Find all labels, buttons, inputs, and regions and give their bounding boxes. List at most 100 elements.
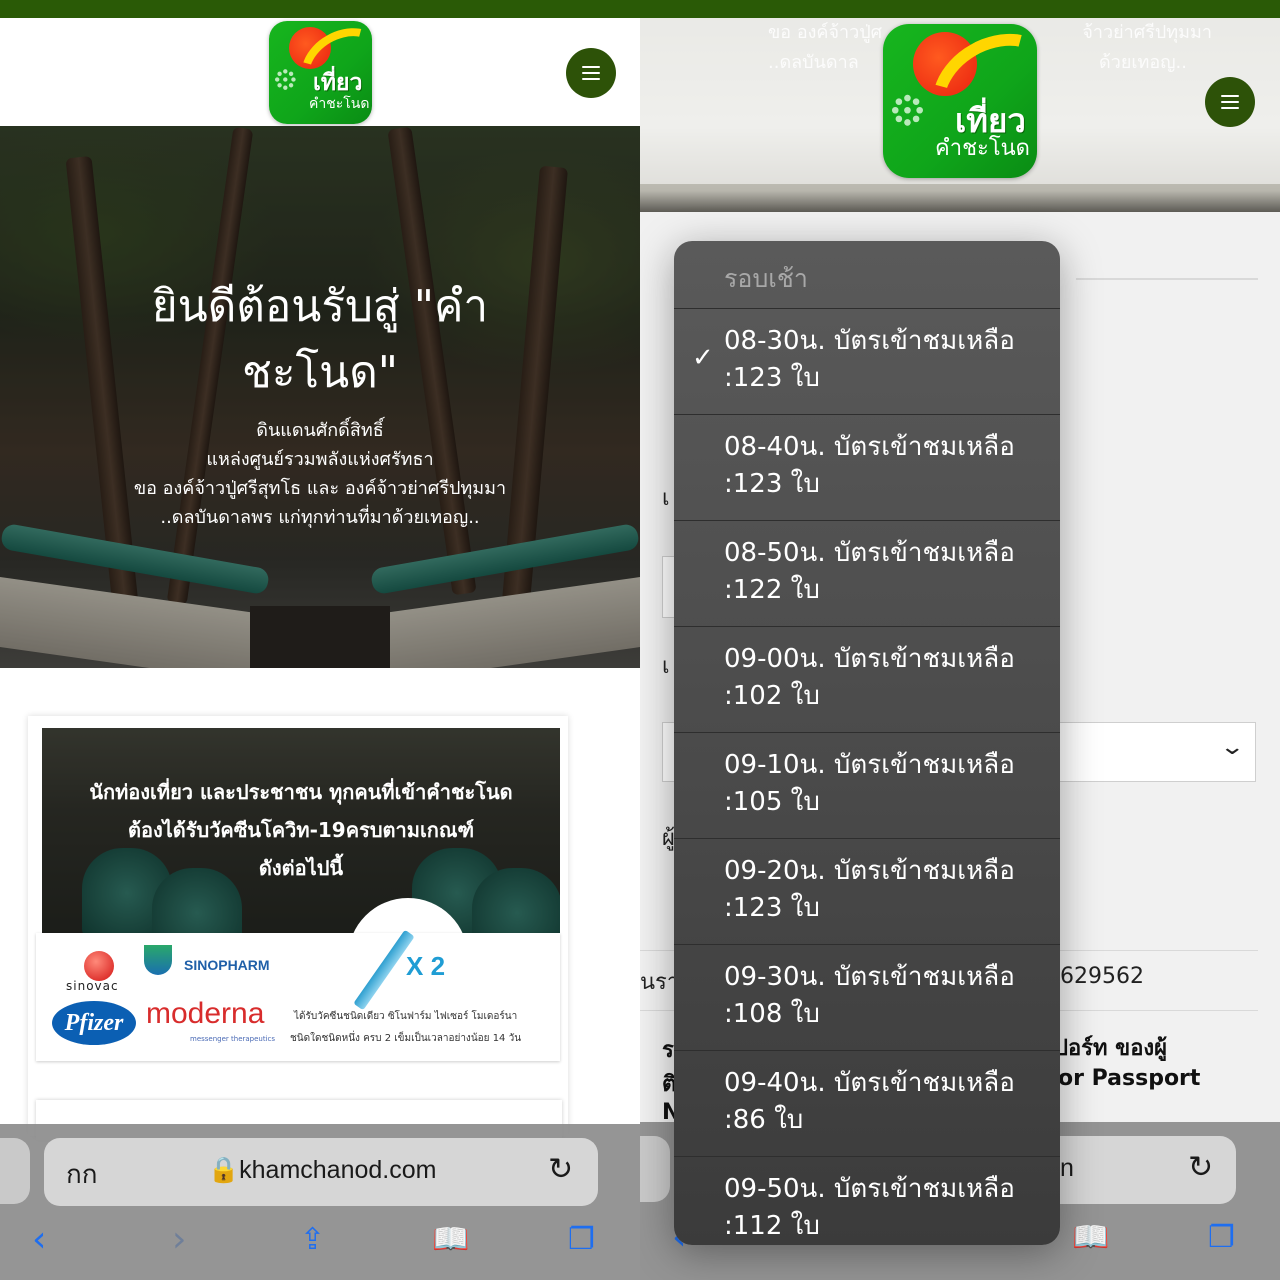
reload-icon[interactable]: ↻ xyxy=(548,1152,573,1187)
site-header: 𖡼 เที่ยว คำชะโนด xyxy=(0,18,640,126)
back-icon[interactable]: ‹ xyxy=(32,1220,46,1260)
hero-title-line-2: ชะโนด" xyxy=(241,347,399,398)
time-slot-dropdown[interactable]: รอบเช้า ✓ 08-30น. บัตรเข้าชมเหลือ:123 ใบ 0… xyxy=(674,241,1060,1245)
menu-icon-bar xyxy=(582,78,600,80)
option-remaining: :86 ใบ xyxy=(724,1105,804,1135)
vaccine-heading-3: ดังต่อไปนี้ xyxy=(258,856,344,880)
reader-aa-button[interactable]: กก xyxy=(66,1154,97,1195)
status-strip xyxy=(640,0,1280,18)
form-label-fragment: ปอร์ท ของผู้ xyxy=(1054,1036,1168,1061)
option-remaining: :105 ใบ xyxy=(724,787,820,817)
hero-sub-line: แหล่งศูนย์รวมพลังแห่งศรัทธา xyxy=(206,449,434,470)
dropdown-option-label: 09-40น. บัตรเข้าชมเหลือ :86 ใบ xyxy=(724,1065,1044,1139)
site-logo[interactable]: 𖡼 เที่ยว คำชะโนด xyxy=(883,24,1037,178)
menu-icon xyxy=(582,66,600,68)
option-remaining: :112 ใบ xyxy=(724,1211,820,1241)
vaccine-notice-card: นักท่องเที่ยว และประชาชน ทุกคนที่เข้าคำช… xyxy=(28,716,568,1178)
pfizer-logo: Pfizer xyxy=(52,1001,136,1045)
dropdown-option[interactable]: 08-40น. บัตรเข้าชมเหลือ :123 ใบ xyxy=(674,414,1060,520)
safari-toolbar: กก 🔒khamchanod.com ↻ ‹ › ⇪ 📖 ❐ xyxy=(0,1124,640,1280)
site-logo[interactable]: 𖡼 เที่ยว คำชะโนด xyxy=(269,21,372,124)
bookmarks-icon[interactable]: 📖 xyxy=(1072,1218,1109,1258)
dropdown-option-label: 09-00น. บัตรเข้าชมเหลือ :102 ใบ xyxy=(724,641,1044,715)
hero-title: ยินดีต้อนรับสู่ "คำ ชะโนด" xyxy=(100,274,540,406)
sinopharm-logo-icon xyxy=(144,945,172,975)
form-label-fragment: ผู้ xyxy=(662,826,675,851)
site-header-scrolled: ขอ องค์จ้าวปู่ศ จ้าวย่าศรีปทุมมา ..ดลบัน… xyxy=(640,0,1280,212)
option-time: 09-50น. บัตรเข้าชมเหลือ xyxy=(724,1174,1015,1204)
form-input-fragment[interactable] xyxy=(662,556,674,618)
chevron-down-icon: ⌄ xyxy=(1218,735,1245,760)
dropdown-option-label: 08-50น. บัตรเข้าชมเหลือ:122 ใบ xyxy=(724,535,1044,609)
menu-icon-bar xyxy=(582,72,600,74)
dropdown-option-label: 08-40น. บัตรเข้าชมเหลือ :123 ใบ xyxy=(724,429,1044,503)
sinovac-logo-icon xyxy=(84,951,114,981)
form-divider xyxy=(1076,278,1258,280)
dropdown-option-label: 09-50น. บัตรเข้าชมเหลือ :112 ใบ xyxy=(724,1171,1044,1245)
reload-icon[interactable]: ↻ xyxy=(1188,1150,1213,1185)
option-time: 09-40น. บัตรเข้าชมเหลือ xyxy=(724,1068,1015,1098)
prev-tab-preview[interactable] xyxy=(0,1138,30,1204)
dropdown-option[interactable]: 09-30น. บัตรเข้าชมเหลือ :108 ใบ xyxy=(674,944,1060,1050)
dropdown-group-header: รอบเช้า xyxy=(724,264,808,293)
vaccine-heading-2: ต้องได้รับวัคซีนโควิท-19ครบตามเกณฑ์ xyxy=(127,818,475,842)
logo-naga-icon: 𖡼 xyxy=(889,77,926,147)
hero-banner: ยินดีต้อนรับสู่ "คำ ชะโนด" ดินแดนศักดิ์ส… xyxy=(0,126,640,668)
option-remaining: :123 ใบ xyxy=(724,469,820,499)
dropdown-option[interactable]: 09-00น. บัตรเข้าชมเหลือ :102 ใบ xyxy=(674,626,1060,732)
address-bar[interactable]: n ↻ xyxy=(1040,1136,1236,1204)
form-value-fragment: 629562 xyxy=(1060,964,1144,989)
moderna-logo: moderna xyxy=(146,997,265,1030)
dropdown-option[interactable]: 09-40น. บัตรเข้าชมเหลือ :86 ใบ xyxy=(674,1050,1060,1156)
option-time: 09-30น. บัตรเข้าชมเหลือ xyxy=(724,962,1015,992)
url-fragment: n xyxy=(1060,1154,1074,1182)
dropdown-option[interactable]: 09-10น. บัตรเข้าชมเหลือ :105 ใบ xyxy=(674,732,1060,838)
vaccine-note-2: ชนิดใดชนิดหนึ่ง ครบ 2 เข็มเป็นเวลาอย่างน… xyxy=(290,1033,522,1044)
option-remaining: :123 ใบ xyxy=(724,363,820,393)
sinopharm-label: SINOPHARM xyxy=(184,957,270,973)
dose-count: X 2 xyxy=(406,951,446,981)
status-strip xyxy=(0,0,640,18)
dropdown-option-label: 09-10น. บัตรเข้าชมเหลือ :105 ใบ xyxy=(724,747,1044,821)
dropdown-option[interactable]: ✓ 08-30น. บัตรเข้าชมเหลือ:123 ใบ xyxy=(674,308,1060,414)
option-time: 08-40น. บัตรเข้าชมเหลือ xyxy=(724,432,1015,462)
vaccine-note-1: ได้รับวัคซีนชนิดเดียว ซิโนฟาร์ม ไฟเซอร์ … xyxy=(294,1011,518,1022)
tabs-icon[interactable]: ❐ xyxy=(1208,1218,1235,1258)
left-screenshot: 𖡼 เที่ยว คำชะโนด ยินดีต้อนรับสู่ "คำ ชะโ… xyxy=(0,0,640,1280)
option-remaining: :102 ใบ xyxy=(724,681,820,711)
hero-sub-line: ..ดลบันดาลพร แก่ทุกท่านที่มาด้วยเทอญ.. xyxy=(160,507,480,528)
vaccine-logos-panel: sinovac SINOPHARM Pfizer moderna messeng… xyxy=(36,929,560,1061)
right-screenshot: ขอ องค์จ้าวปู่ศ จ้าวย่าศรีปทุมมา ..ดลบัน… xyxy=(640,0,1280,1280)
url-value: khamchanod.com xyxy=(239,1156,437,1184)
option-time: 09-10น. บัตรเข้าชมเหลือ xyxy=(724,750,1015,780)
url-text[interactable]: 🔒khamchanod.com xyxy=(208,1156,436,1185)
logo-text-2: คำชะโนด xyxy=(309,95,370,111)
form-label-fragment: ร xyxy=(662,1038,674,1063)
dropdown-option-label: 09-20น. บัตรเข้าชมเหลือ :123 ใบ xyxy=(724,853,1044,927)
option-time: 09-00น. บัตรเข้าชมเหลือ xyxy=(724,644,1015,674)
hamburger-menu-button[interactable] xyxy=(1205,77,1255,127)
address-bar[interactable]: กก 🔒khamchanod.com ↻ xyxy=(44,1138,598,1206)
logo-naga-icon: 𖡼 xyxy=(273,58,298,104)
dropdown-option[interactable]: 09-20น. บัตรเข้าชมเหลือ :123 ใบ xyxy=(674,838,1060,944)
tabs-icon[interactable]: ❐ xyxy=(568,1220,595,1260)
menu-icon-bar xyxy=(1221,107,1239,109)
option-remaining: :108 ใบ xyxy=(724,999,820,1029)
dropdown-option[interactable]: 09-50น. บัตรเข้าชมเหลือ :112 ใบ xyxy=(674,1156,1060,1245)
option-remaining: :123 ใบ xyxy=(724,893,820,923)
forward-icon[interactable]: › xyxy=(172,1220,186,1260)
option-time: 09-20น. บัตรเข้าชมเหลือ xyxy=(724,856,1015,886)
bookmarks-icon[interactable]: 📖 xyxy=(432,1220,469,1260)
prev-tab-preview[interactable] xyxy=(640,1136,670,1202)
form-label-fragment: or Passport xyxy=(1058,1066,1201,1091)
logo-text-2: คำชะโนด xyxy=(935,135,1030,160)
dropdown-option[interactable]: 08-50น. บัตรเข้าชมเหลือ:122 ใบ xyxy=(674,520,1060,626)
dropdown-option-label: 08-30น. บัตรเข้าชมเหลือ:123 ใบ xyxy=(724,323,1044,397)
sinovac-label: sinovac xyxy=(66,979,119,993)
form-label-fragment: เ xyxy=(662,486,670,511)
menu-icon xyxy=(1221,95,1239,97)
share-icon[interactable]: ⇪ xyxy=(300,1220,325,1260)
hamburger-menu-button[interactable] xyxy=(566,48,616,98)
vaccine-heading-1: นักท่องเที่ยว และประชาชน ทุกคนที่เข้าคำช… xyxy=(89,780,513,804)
checkmark-icon: ✓ xyxy=(692,343,714,373)
